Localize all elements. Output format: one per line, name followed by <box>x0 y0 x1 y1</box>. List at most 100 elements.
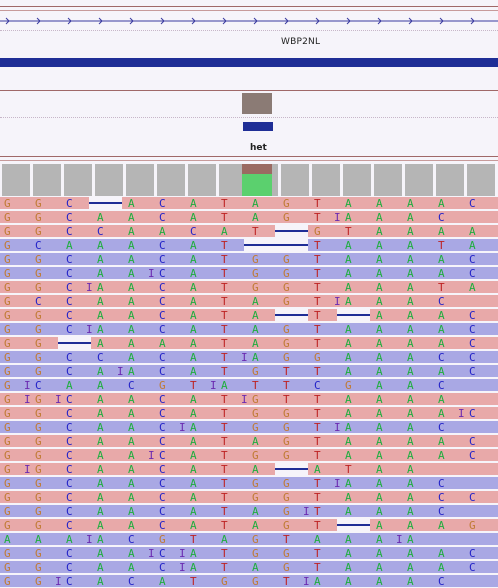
read-base: A <box>97 295 104 308</box>
read-base: G <box>345 379 352 392</box>
read-row[interactable]: GICAACGTIATTCGAAC <box>0 379 498 392</box>
read-base: C <box>469 561 476 574</box>
read-row[interactable]: GGCAACATAGITAAAC <box>0 505 498 518</box>
read-base: T <box>283 575 290 588</box>
read-base: A <box>376 211 383 224</box>
insertion-marker[interactable]: I <box>24 379 31 392</box>
insertion-marker[interactable]: I <box>179 547 186 560</box>
insertion-marker[interactable]: I <box>24 393 31 406</box>
coverage-bar[interactable] <box>126 164 154 196</box>
coverage-bar[interactable] <box>188 164 216 196</box>
insertion-marker[interactable]: I <box>334 295 341 308</box>
coverage-bar[interactable] <box>281 164 309 196</box>
read-row[interactable]: GGAAAATAGTAAAAC <box>0 337 498 350</box>
read-row[interactable]: GGCCAACATGTAAAA <box>0 225 498 238</box>
read-row[interactable]: GGCACATAGTAAAAC <box>0 197 498 210</box>
insertion-marker[interactable]: I <box>148 449 155 462</box>
coverage-track[interactable] <box>0 164 498 196</box>
read-base: A <box>159 337 166 350</box>
read-row[interactable]: GGCAACATAGTAAAG <box>0 519 498 532</box>
read-row[interactable]: GGCIAACATAGTAAAAC <box>0 323 498 336</box>
read-base: A <box>407 295 414 308</box>
read-row[interactable]: GGCAACATGGTIAAAC <box>0 477 498 490</box>
read-base: C <box>128 575 135 588</box>
variant-call-bar[interactable] <box>243 122 273 131</box>
read-body <box>0 519 498 531</box>
insertion-marker[interactable]: I <box>55 575 62 588</box>
read-base: C <box>128 533 135 546</box>
read-body <box>0 491 498 503</box>
read-base: A <box>128 337 135 350</box>
read-row[interactable]: GGCAAICIATGGTAAAAC <box>0 547 498 560</box>
gene-strand-line <box>0 17 498 25</box>
insertion-marker[interactable]: I <box>334 211 341 224</box>
insertion-marker[interactable]: I <box>458 407 465 420</box>
insertion-marker[interactable]: I <box>396 533 403 546</box>
read-row[interactable]: GGCAACIATAGTAAAAC <box>0 561 498 574</box>
coverage-bar[interactable] <box>405 164 433 196</box>
read-row[interactable]: GIGICAACATIGTTAAAA <box>0 393 498 406</box>
alignment-reads[interactable]: G G C A C A T A G T A A A A CG G C A A C A T A G T I A A A CG G C C A A C A T… <box>0 196 498 588</box>
insertion-marker[interactable]: I <box>179 421 186 434</box>
coverage-bar[interactable] <box>436 164 464 196</box>
read-row[interactable]: GGCAACATGGTAAAAIC <box>0 407 498 420</box>
read-base: C <box>469 449 476 462</box>
coverage-bar[interactable] <box>343 164 371 196</box>
insertion-marker[interactable]: I <box>86 533 93 546</box>
insertion-marker[interactable]: I <box>86 323 93 336</box>
insertion-marker[interactable]: I <box>241 351 248 364</box>
coverage-bar[interactable] <box>467 164 495 196</box>
insertion-marker[interactable]: I <box>148 267 155 280</box>
coverage-bar[interactable] <box>2 164 30 196</box>
insertion-marker[interactable]: I <box>86 281 93 294</box>
read-base: A <box>97 309 104 322</box>
read-row[interactable]: GGCAAICATGGTAAAAC <box>0 449 498 462</box>
read-row[interactable]: GGCAACATGGTAAAAC <box>0 253 498 266</box>
insertion-marker[interactable]: I <box>148 547 155 560</box>
read-row[interactable]: GGCAACATAGTAAAAC <box>0 435 498 448</box>
insertion-marker[interactable]: I <box>303 575 310 588</box>
read-base: A <box>407 421 414 434</box>
insertion-marker[interactable]: I <box>241 393 248 406</box>
read-row[interactable]: GGCAIACATGTTAAAAC <box>0 365 498 378</box>
read-row[interactable]: GGCAACATATAAAC <box>0 309 498 322</box>
read-row[interactable]: GGCIAACATGGTAAATA <box>0 281 498 294</box>
read-base: G <box>4 421 11 434</box>
read-base: C <box>469 547 476 560</box>
coverage-bar[interactable] <box>95 164 123 196</box>
read-base: A <box>407 225 414 238</box>
genotype-swatch[interactable] <box>242 93 272 114</box>
coverage-bar[interactable] <box>312 164 340 196</box>
read-base: C <box>159 435 166 448</box>
read-base: G <box>4 225 11 238</box>
read-base: A <box>314 533 321 546</box>
coverage-bar[interactable] <box>64 164 92 196</box>
read-row[interactable]: GGCAACATAGTIAAAC <box>0 211 498 224</box>
insertion-marker[interactable]: I <box>303 505 310 518</box>
read-row[interactable]: GCAAACATTAAATA <box>0 239 498 252</box>
insertion-marker[interactable]: I <box>334 421 341 434</box>
read-row[interactable]: AAAIACGTAGTAAAIA <box>0 533 498 546</box>
read-row[interactable]: GGCAACIATGGTIAAAC <box>0 421 498 434</box>
track-border-top <box>0 6 498 7</box>
read-base: C <box>190 225 197 238</box>
coverage-bar[interactable] <box>374 164 402 196</box>
read-base: A <box>345 239 352 252</box>
read-row[interactable]: GGCCACATIAGGAAACC <box>0 351 498 364</box>
insertion-marker[interactable]: I <box>117 365 124 378</box>
read-row[interactable]: GGCAACATGGTAAACC <box>0 491 498 504</box>
read-row[interactable]: GIG C A A C A T A A T A A <box>0 463 498 476</box>
read-row[interactable]: GCCAACATAGTIAAAC <box>0 295 498 308</box>
gene-feature-bar[interactable] <box>0 58 498 67</box>
insertion-marker[interactable]: I <box>334 477 341 490</box>
coverage-bar[interactable] <box>33 164 61 196</box>
insertion-marker[interactable]: I <box>179 561 186 574</box>
insertion-marker[interactable]: I <box>55 393 62 406</box>
insertion-marker[interactable]: I <box>210 379 217 392</box>
insertion-marker[interactable]: I <box>24 463 31 476</box>
read-base: G <box>4 407 11 420</box>
coverage-bar[interactable] <box>157 164 185 196</box>
read-base: C <box>469 197 476 210</box>
read-row[interactable]: GGICACATGGTIAAAAC <box>0 575 498 588</box>
read-row[interactable]: GGCAAICATGGTAAAAC <box>0 267 498 280</box>
